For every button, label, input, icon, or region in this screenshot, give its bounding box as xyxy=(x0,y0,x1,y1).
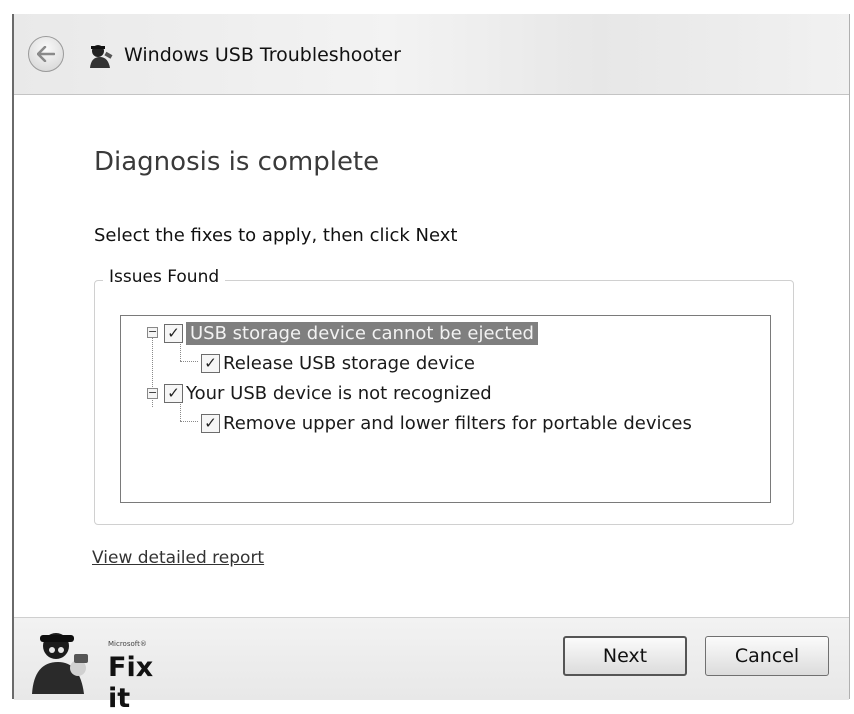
tree-connector-line xyxy=(180,421,198,422)
window-title: Windows USB Troubleshooter xyxy=(124,44,401,66)
checkmark-icon[interactable]: ✓ xyxy=(201,353,220,373)
footer-bar: Microsoft® Fix it Next Cancel xyxy=(14,617,849,714)
tree-item-issue[interactable]: ✓ Your USB device is not recognized xyxy=(164,380,492,406)
checkmark-icon[interactable]: ✓ xyxy=(201,413,220,433)
checkmark-icon[interactable]: ✓ xyxy=(164,323,183,343)
issues-found-group: Issues Found − ✓ USB storage device cann… xyxy=(94,267,794,525)
issue-label: Your USB device is not recognized xyxy=(186,382,492,404)
tree-item-fix[interactable]: ✓ Release USB storage device xyxy=(201,350,475,376)
main-content: Diagnosis is complete Select the fixes t… xyxy=(14,94,849,618)
collapse-minus-icon[interactable]: − xyxy=(147,387,158,399)
issues-found-label: Issues Found xyxy=(103,267,226,287)
troubleshooter-window: Windows USB Troubleshooter Diagnosis is … xyxy=(12,14,850,714)
back-arrow-icon xyxy=(37,46,55,62)
cancel-button[interactable]: Cancel xyxy=(705,636,829,676)
tree-item-fix[interactable]: ✓ Remove upper and lower filters for por… xyxy=(201,410,692,436)
fixit-mascot-icon xyxy=(32,633,88,694)
fix-label: Release USB storage device xyxy=(223,352,475,374)
next-button[interactable]: Next xyxy=(563,636,687,676)
issues-tree[interactable]: − ✓ USB storage device cannot be ejected… xyxy=(120,315,771,503)
fixit-guy-icon xyxy=(90,45,113,68)
view-detailed-report-link[interactable]: View detailed report xyxy=(92,548,264,568)
microsoft-label: Microsoft® xyxy=(108,640,147,648)
tree-item-issue[interactable]: ✓ USB storage device cannot be ejected xyxy=(164,320,538,346)
back-button[interactable] xyxy=(28,36,64,72)
checkmark-icon[interactable]: ✓ xyxy=(164,383,183,403)
fixit-logo: Microsoft® Fix it xyxy=(28,624,178,714)
fixit-brand-label: Fix it xyxy=(108,652,154,714)
tree-connector-line xyxy=(180,361,198,362)
instruction-text: Select the fixes to apply, then click Ne… xyxy=(94,225,458,246)
page-heading: Diagnosis is complete xyxy=(94,147,380,177)
collapse-minus-icon[interactable]: − xyxy=(147,326,158,338)
issue-label: USB storage device cannot be ejected xyxy=(186,321,538,345)
fix-label: Remove upper and lower filters for porta… xyxy=(223,412,692,434)
title-bar: Windows USB Troubleshooter xyxy=(14,14,849,94)
